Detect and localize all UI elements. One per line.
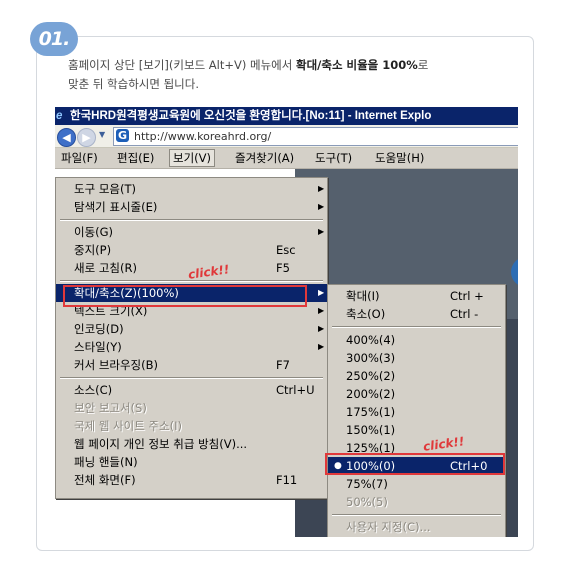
view-menu-item[interactable]: 웹 페이지 개인 정보 취급 방침(V)... bbox=[56, 435, 327, 453]
view-menu-item[interactable]: 소스(C) Ctrl+U bbox=[56, 381, 327, 399]
menu-separator bbox=[60, 377, 323, 379]
window-titlebar: e 한국HRD원격평생교육원에 오신것을 환영합니다.[No:11] - Inte… bbox=[55, 107, 518, 125]
zoom-submenu-item[interactable]: 75%(7) bbox=[328, 475, 505, 493]
back-button[interactable]: ◀ bbox=[57, 128, 76, 147]
site-favicon-icon: G bbox=[116, 129, 129, 142]
zoom-submenu-item[interactable]: 축소(O) Ctrl - bbox=[328, 305, 505, 323]
browser-screenshot: e 한국HRD원격평생교육원에 오신것을 환영합니다.[No:11] - Inte… bbox=[55, 107, 518, 537]
address-bar[interactable]: G http://www.koreahrd.org/ bbox=[113, 127, 518, 146]
arrow-left-icon: ◀ bbox=[62, 131, 71, 144]
instruction-text: 홈페이지 상단 [보기](키보드 Alt+V) 메뉴에서 확대/축소 비율을 1… bbox=[68, 56, 518, 94]
zoom-submenu-item[interactable]: 확대(I) Ctrl + bbox=[328, 287, 505, 305]
zoom-submenu-item[interactable]: 400%(4) bbox=[328, 331, 505, 349]
menu-separator bbox=[332, 514, 501, 516]
view-menu-item[interactable]: 이동(G) ▶ bbox=[56, 223, 327, 241]
menu-favorites[interactable]: 즐겨찾기(A) bbox=[235, 150, 294, 166]
highlight-zoom-box bbox=[63, 285, 307, 307]
history-dropdown-icon[interactable]: ▼ bbox=[99, 130, 105, 139]
zoom-submenu-item[interactable]: 250%(2) bbox=[328, 367, 505, 385]
view-menu: 도구 모음(T) ▶ 탐색기 표시줄(E) ▶ 이동(G) ▶ 중지(P) Esc 새로… bbox=[55, 177, 328, 499]
zoom-submenu-item[interactable]: 175%(1) bbox=[328, 403, 505, 421]
view-menu-item[interactable]: 전체 화면(F) F11 bbox=[56, 471, 327, 489]
menu-bar: 파일(F) 편집(E) 보기(V) 즐겨찾기(A) 도구(T) 도움말(H) bbox=[55, 148, 518, 169]
nav-toolbar: ◀ ▶ ▼ G http://www.koreahrd.org/ bbox=[55, 125, 518, 148]
highlight-100-box bbox=[325, 453, 505, 475]
view-menu-item[interactable]: 커서 브라우징(B) F7 bbox=[56, 356, 327, 374]
instruction-line1-bold: 확대/축소 비율을 100% bbox=[296, 58, 418, 72]
view-menu-item[interactable]: 패닝 핸들(N) bbox=[56, 453, 327, 471]
zoom-submenu-item: 50%(5) bbox=[346, 495, 388, 509]
menu-tools[interactable]: 도구(T) bbox=[315, 150, 352, 166]
view-menu-item: 국제 웹 사이트 주소(I) bbox=[74, 419, 182, 433]
menu-edit[interactable]: 편집(E) bbox=[117, 150, 154, 166]
view-menu-item[interactable]: 도구 모음(T) ▶ bbox=[56, 180, 327, 198]
zoom-submenu-item: 사용자 지정(C)... bbox=[346, 520, 431, 534]
menu-help[interactable]: 도움말(H) bbox=[375, 150, 424, 166]
zoom-submenu-item[interactable]: 300%(3) bbox=[328, 349, 505, 367]
window-title: 한국HRD원격평생교육원에 오신것을 환영합니다.[No:11] - Inter… bbox=[70, 110, 432, 122]
arrow-right-icon: ▶ bbox=[82, 131, 91, 144]
menu-file[interactable]: 파일(F) bbox=[61, 150, 98, 166]
zoom-submenu-item[interactable]: 150%(1) bbox=[328, 421, 505, 439]
view-menu-item[interactable]: 인코딩(D) ▶ bbox=[56, 320, 327, 338]
instruction-line1-pre: 홈페이지 상단 [보기](키보드 Alt+V) 메뉴에서 bbox=[68, 58, 296, 72]
zoom-submenu-item[interactable]: 200%(2) bbox=[328, 385, 505, 403]
zoom-submenu: 확대(I) Ctrl + 축소(O) Ctrl - 400%(4) 300%(3) … bbox=[327, 284, 506, 537]
step-badge: 01. bbox=[30, 22, 78, 56]
address-url: http://www.koreahrd.org/ bbox=[134, 130, 272, 143]
forward-button[interactable]: ▶ bbox=[77, 128, 96, 147]
instruction-line1-post: 로 bbox=[417, 58, 429, 72]
menu-view[interactable]: 보기(V) bbox=[169, 149, 215, 167]
menu-separator bbox=[332, 326, 501, 328]
view-menu-item[interactable]: 스타일(Y) ▶ bbox=[56, 338, 327, 356]
view-menu-item: 보안 보고서(S) bbox=[74, 401, 147, 415]
instruction-line2: 맞춘 뒤 학습하시면 됩니다. bbox=[68, 77, 200, 91]
menu-separator bbox=[60, 219, 323, 221]
view-menu-item[interactable]: 탐색기 표시줄(E) ▶ bbox=[56, 198, 327, 216]
ie-logo-icon: e bbox=[56, 110, 63, 122]
view-menu-item[interactable]: 중지(P) Esc bbox=[56, 241, 327, 259]
